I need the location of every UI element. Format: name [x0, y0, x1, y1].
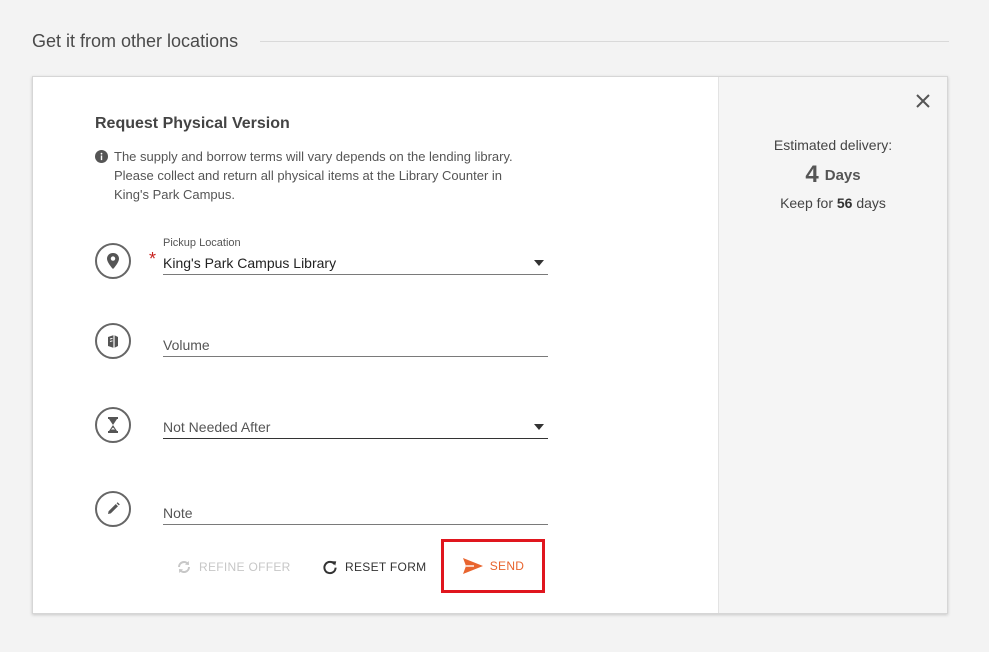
reset-form-label: RESET FORM: [345, 560, 427, 574]
volume-placeholder: Volume: [163, 337, 210, 353]
section-header: Get it from other locations: [32, 28, 949, 54]
request-card: Request Physical Version The supply and …: [32, 76, 948, 614]
estimated-delivery: Estimated delivery: 4 Days Keep for 56 da…: [719, 137, 947, 211]
keep-prefix: Keep for: [780, 195, 833, 211]
refresh-icon: [178, 561, 190, 573]
chevron-down-icon: [534, 424, 544, 430]
delivery-days-unit: Days: [824, 167, 861, 184]
section-title: Get it from other locations: [32, 30, 239, 51]
notice: The supply and borrow terms will vary de…: [95, 147, 525, 204]
estimated-delivery-label: Estimated delivery:: [773, 137, 893, 153]
form-title: Request Physical Version: [95, 115, 290, 132]
volume-input[interactable]: Volume: [163, 321, 548, 357]
required-marker: *: [149, 249, 157, 269]
form-actions: REFINE OFFER RESET FORM SEND: [33, 539, 720, 593]
send-icon: [462, 558, 483, 574]
send-label: SEND: [489, 559, 525, 573]
keep-period: Keep for 56 days: [719, 195, 947, 211]
not-needed-after-date-picker[interactable]: Not Needed After: [163, 403, 548, 439]
refine-offer-label: REFINE OFFER: [199, 560, 291, 574]
info-icon: [95, 150, 108, 163]
hourglass-icon: [95, 407, 131, 443]
refine-offer-button[interactable]: REFINE OFFER: [175, 543, 291, 591]
close-icon: [916, 94, 930, 108]
books-icon: [95, 323, 131, 359]
note-placeholder: Note: [163, 505, 193, 521]
pickup-location-value: King's Park Campus Library: [163, 255, 337, 271]
send-button[interactable]: SEND: [441, 539, 545, 593]
location-pin-icon: [95, 243, 131, 279]
delivery-days-number: 4: [805, 161, 819, 188]
reset-form-button[interactable]: RESET FORM: [321, 543, 426, 591]
section-divider: [260, 40, 949, 42]
chevron-down-icon: [534, 260, 544, 266]
notice-text: The supply and borrow terms will vary de…: [114, 149, 513, 202]
pickup-location-label: Pickup Location: [163, 237, 241, 249]
reset-icon: [323, 560, 337, 575]
pencil-icon: [95, 491, 131, 527]
close-button[interactable]: [911, 89, 935, 113]
keep-days: 56: [836, 195, 853, 211]
keep-suffix: days: [856, 195, 886, 211]
pickup-location-select[interactable]: Pickup Location King's Park Campus Libra…: [163, 237, 548, 275]
note-input[interactable]: Note: [163, 489, 548, 525]
not-needed-after-placeholder: Not Needed After: [163, 419, 271, 435]
delivery-side-panel: Estimated delivery: 4 Days Keep for 56 da…: [718, 77, 947, 613]
delivery-days: 4 Days: [719, 161, 947, 189]
